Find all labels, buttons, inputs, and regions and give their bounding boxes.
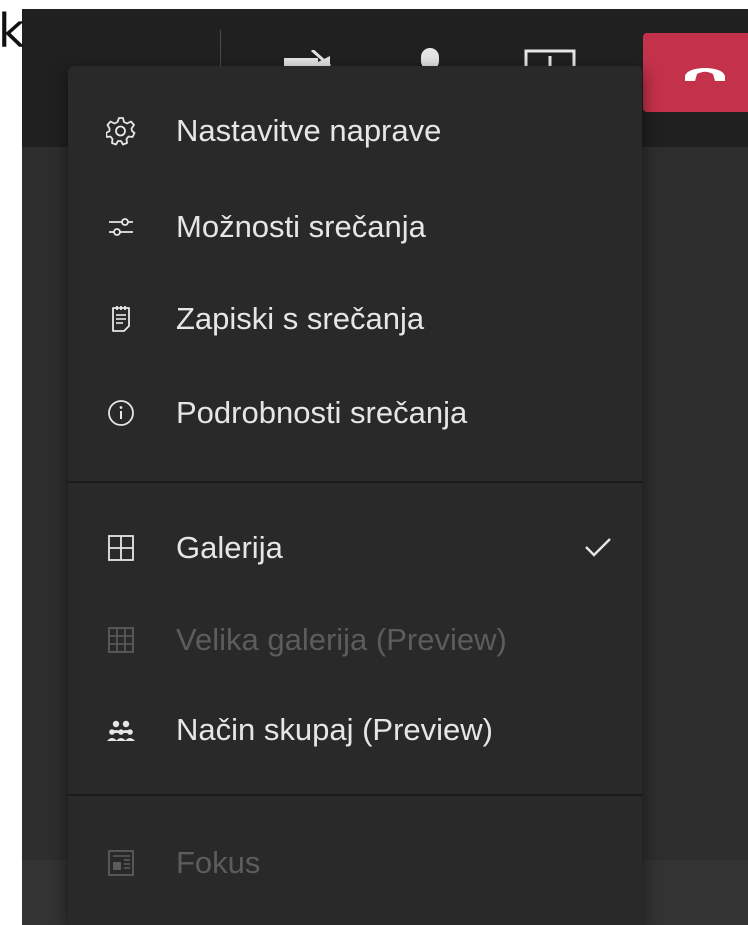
menu-divider bbox=[68, 481, 642, 483]
gear-icon bbox=[106, 116, 136, 146]
focus-icon bbox=[106, 848, 136, 878]
more-actions-menu: Nastavitve naprave Možnosti srečanja Zap… bbox=[68, 66, 642, 925]
menu-item-label: Nastavitve naprave bbox=[176, 113, 442, 148]
info-icon bbox=[106, 398, 136, 428]
menu-item-label: Možnosti srečanja bbox=[176, 209, 426, 244]
menu-item-label: Velika galerija (Preview) bbox=[176, 622, 507, 657]
corner-text: k bbox=[0, 4, 25, 58]
menu-item-meeting-details[interactable]: Podrobnosti srečanja bbox=[68, 383, 642, 443]
microphone-icon[interactable] bbox=[418, 48, 442, 68]
menu-item-large-gallery[interactable]: Velika galerija (Preview) bbox=[68, 610, 642, 670]
menu-item-label: Podrobnosti srečanja bbox=[176, 395, 468, 430]
hang-up-phone-icon bbox=[685, 68, 725, 81]
menu-item-gallery[interactable]: Galerija bbox=[68, 518, 642, 578]
menu-item-meeting-options[interactable]: Možnosti srečanja bbox=[68, 197, 642, 257]
menu-item-focus[interactable]: Fokus bbox=[68, 833, 642, 893]
menu-item-label: Način skupaj (Preview) bbox=[176, 712, 493, 747]
menu-item-label: Fokus bbox=[176, 845, 261, 880]
together-mode-icon bbox=[106, 715, 136, 745]
menu-item-label: Galerija bbox=[176, 530, 283, 565]
menu-item-together-mode[interactable]: Način skupaj (Preview) bbox=[68, 700, 642, 760]
sliders-icon bbox=[106, 212, 136, 242]
menu-item-device-settings[interactable]: Nastavitve naprave bbox=[68, 101, 642, 161]
notepad-icon bbox=[106, 304, 136, 334]
gallery-grid-icon bbox=[106, 533, 136, 563]
share-screen-icon[interactable] bbox=[524, 48, 576, 68]
menu-item-meeting-notes[interactable]: Zapiski s srečanja bbox=[68, 289, 642, 349]
large-gallery-grid-icon bbox=[106, 625, 136, 655]
menu-item-label: Zapiski s srečanja bbox=[176, 301, 425, 336]
hang-up-button[interactable] bbox=[643, 33, 748, 112]
checkmark-icon bbox=[585, 538, 611, 557]
menu-divider bbox=[68, 794, 642, 796]
